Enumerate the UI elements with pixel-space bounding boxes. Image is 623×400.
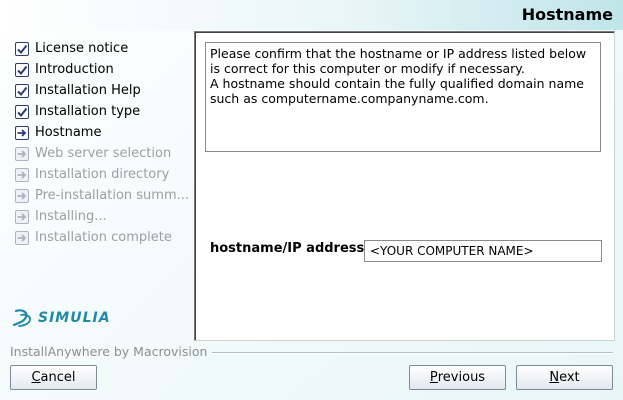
step-label: Introduction xyxy=(35,62,114,77)
ds-logo-icon xyxy=(12,309,31,327)
content-panel: Please confirm that the hostname or IP a… xyxy=(194,31,615,341)
checkbox-checked-icon xyxy=(15,104,29,119)
step-item: Introduction xyxy=(15,59,190,80)
arrow-right-icon xyxy=(15,188,29,203)
arrow-right-icon xyxy=(15,230,29,245)
hostname-input[interactable] xyxy=(364,240,602,262)
step-item: Installing... xyxy=(15,206,190,227)
next-mnemonic: N xyxy=(549,370,560,385)
step-label: Web server selection xyxy=(35,146,172,161)
page-title: Hostname xyxy=(521,5,613,24)
info-text-box: Please confirm that the hostname or IP a… xyxy=(205,42,601,152)
step-label: Pre-installation summ... xyxy=(35,188,190,203)
info-line: is correct for this computer or modify i… xyxy=(210,61,525,76)
step-label: Installation Help xyxy=(35,83,141,98)
steps-list: License notice Introduction Installation… xyxy=(15,38,190,248)
footer-divider xyxy=(212,352,613,354)
arrow-right-icon xyxy=(15,125,29,140)
step-label: Hostname xyxy=(35,125,102,140)
step-label: Installation complete xyxy=(35,230,172,245)
step-label: Installing... xyxy=(35,209,107,224)
step-label: License notice xyxy=(35,41,129,56)
step-label: Installation directory xyxy=(35,167,170,182)
step-item: Installation type xyxy=(15,101,190,122)
checkbox-checked-icon xyxy=(15,41,29,56)
step-item: Installation Help xyxy=(15,80,190,101)
step-item: Installation complete xyxy=(15,227,190,248)
checkbox-checked-icon xyxy=(15,83,29,98)
info-line: A hostname should contain the fully qual… xyxy=(210,76,584,91)
checkbox-checked-icon xyxy=(15,62,29,77)
arrow-right-icon xyxy=(15,209,29,224)
step-item: Web server selection xyxy=(15,143,190,164)
cancel-label-rest: ancel xyxy=(40,370,76,385)
previous-button[interactable]: Previous xyxy=(409,365,506,390)
simulia-logo: SIMULIA xyxy=(12,308,111,328)
step-item: Pre-installation summ... xyxy=(15,185,190,206)
info-line: such as computername.companyname.com. xyxy=(210,91,489,106)
next-button[interactable]: Next xyxy=(516,365,613,390)
step-item: Hostname xyxy=(15,122,190,143)
info-line: Please confirm that the hostname or IP a… xyxy=(210,46,587,61)
step-item: License notice xyxy=(15,38,190,59)
title-bar: Hostname xyxy=(0,0,623,30)
step-item: Installation directory xyxy=(15,164,190,185)
previous-mnemonic: P xyxy=(429,370,438,385)
cancel-button[interactable]: Cancel xyxy=(10,365,97,390)
previous-label-rest: revious xyxy=(437,370,486,385)
step-label: Installation type xyxy=(35,104,141,119)
next-label-rest: ext xyxy=(559,370,580,385)
hostname-label: hostname/IP address xyxy=(210,241,365,256)
cancel-mnemonic: C xyxy=(31,370,41,385)
logo-text: SIMULIA xyxy=(38,310,111,326)
arrow-right-icon xyxy=(15,146,29,161)
arrow-right-icon xyxy=(15,167,29,182)
installer-brand: InstallAnywhere by Macrovision xyxy=(10,344,208,359)
